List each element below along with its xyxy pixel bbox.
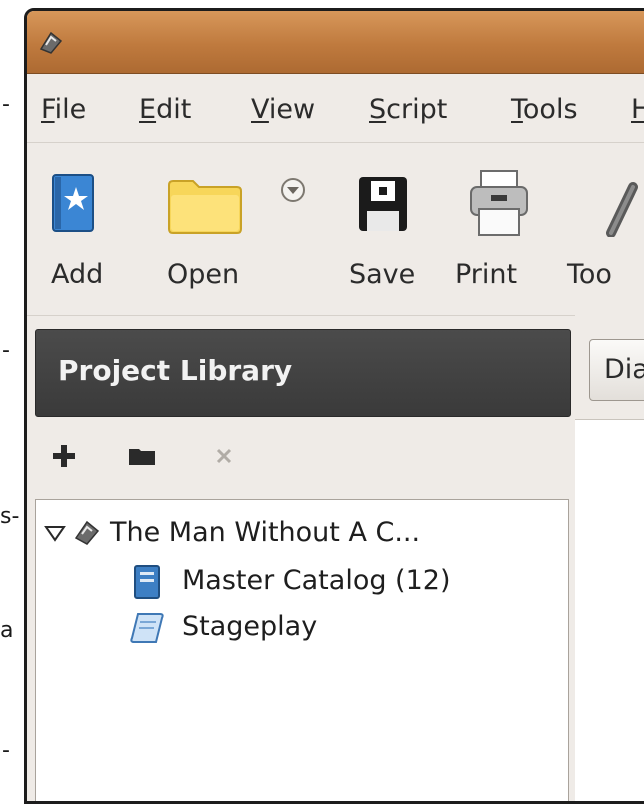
menu-help[interactable]: H [631,94,644,125]
tools-label: Too [567,259,612,290]
editor-area: Dia [575,315,644,801]
sidebar-toolbar [35,431,565,491]
printer-icon [470,170,528,236]
wrench-icon [606,182,638,237]
tree-item-stageplay[interactable]: Stageplay [36,608,566,648]
print-button[interactable]: Print [447,143,547,315]
tab-label: Dia [604,354,644,385]
save-button[interactable]: Save [335,143,431,315]
script-icon [130,613,164,643]
tree-item-project[interactable]: The Man Without A C... [36,514,566,554]
edge-mark: - [2,92,10,117]
project-icon [74,520,100,545]
editor-canvas[interactable] [575,419,644,801]
add-button[interactable]: Add [33,143,119,315]
tree-item-label: Stageplay [182,611,318,642]
expand-triangle-icon[interactable] [44,524,66,542]
menu-edit[interactable]: Edit [139,94,191,125]
tree-item-label: Master Catalog (12) [182,565,451,596]
floppy-disk-icon [359,177,407,231]
toolbar: Add Open Save Print Too [27,143,644,316]
tools-button[interactable]: Too [561,143,644,315]
menu-view[interactable]: View [251,94,315,125]
open-dropdown-icon[interactable] [279,177,307,203]
edge-mark: s- [0,504,20,529]
add-star-icon [52,174,94,232]
print-label: Print [455,259,518,290]
menu-bar: File Edit View Script Tools H [27,74,644,143]
catalog-icon [134,565,160,599]
app-logo-icon [39,31,63,54]
open-button[interactable]: Open [151,143,261,315]
edge-mark: - [2,738,10,763]
menu-tools[interactable]: Tools [511,94,578,125]
save-label: Save [349,259,416,290]
app-window: File Edit View Script Tools H Add Open [24,8,644,804]
add-item-icon[interactable] [49,441,79,471]
remove-item-icon[interactable] [209,441,239,471]
open-label: Open [167,259,240,290]
project-tree: The Man Without A C... Master Catalog (1… [35,499,569,801]
menu-file[interactable]: File [41,94,86,125]
folder-icon [168,180,242,234]
sidebar-title: Project Library [58,354,293,387]
add-label: Add [51,259,104,290]
menu-script[interactable]: Script [369,94,447,125]
new-folder-icon[interactable] [127,441,157,471]
sidebar-header: Project Library [35,329,571,417]
edge-mark: a [0,618,14,643]
tab-dialogue[interactable]: Dia [589,339,644,401]
tree-item-label: The Man Without A C... [110,517,421,548]
title-bar[interactable] [27,11,644,74]
edge-mark: - [2,338,10,363]
tree-item-master-catalog[interactable]: Master Catalog (12) [36,562,566,602]
